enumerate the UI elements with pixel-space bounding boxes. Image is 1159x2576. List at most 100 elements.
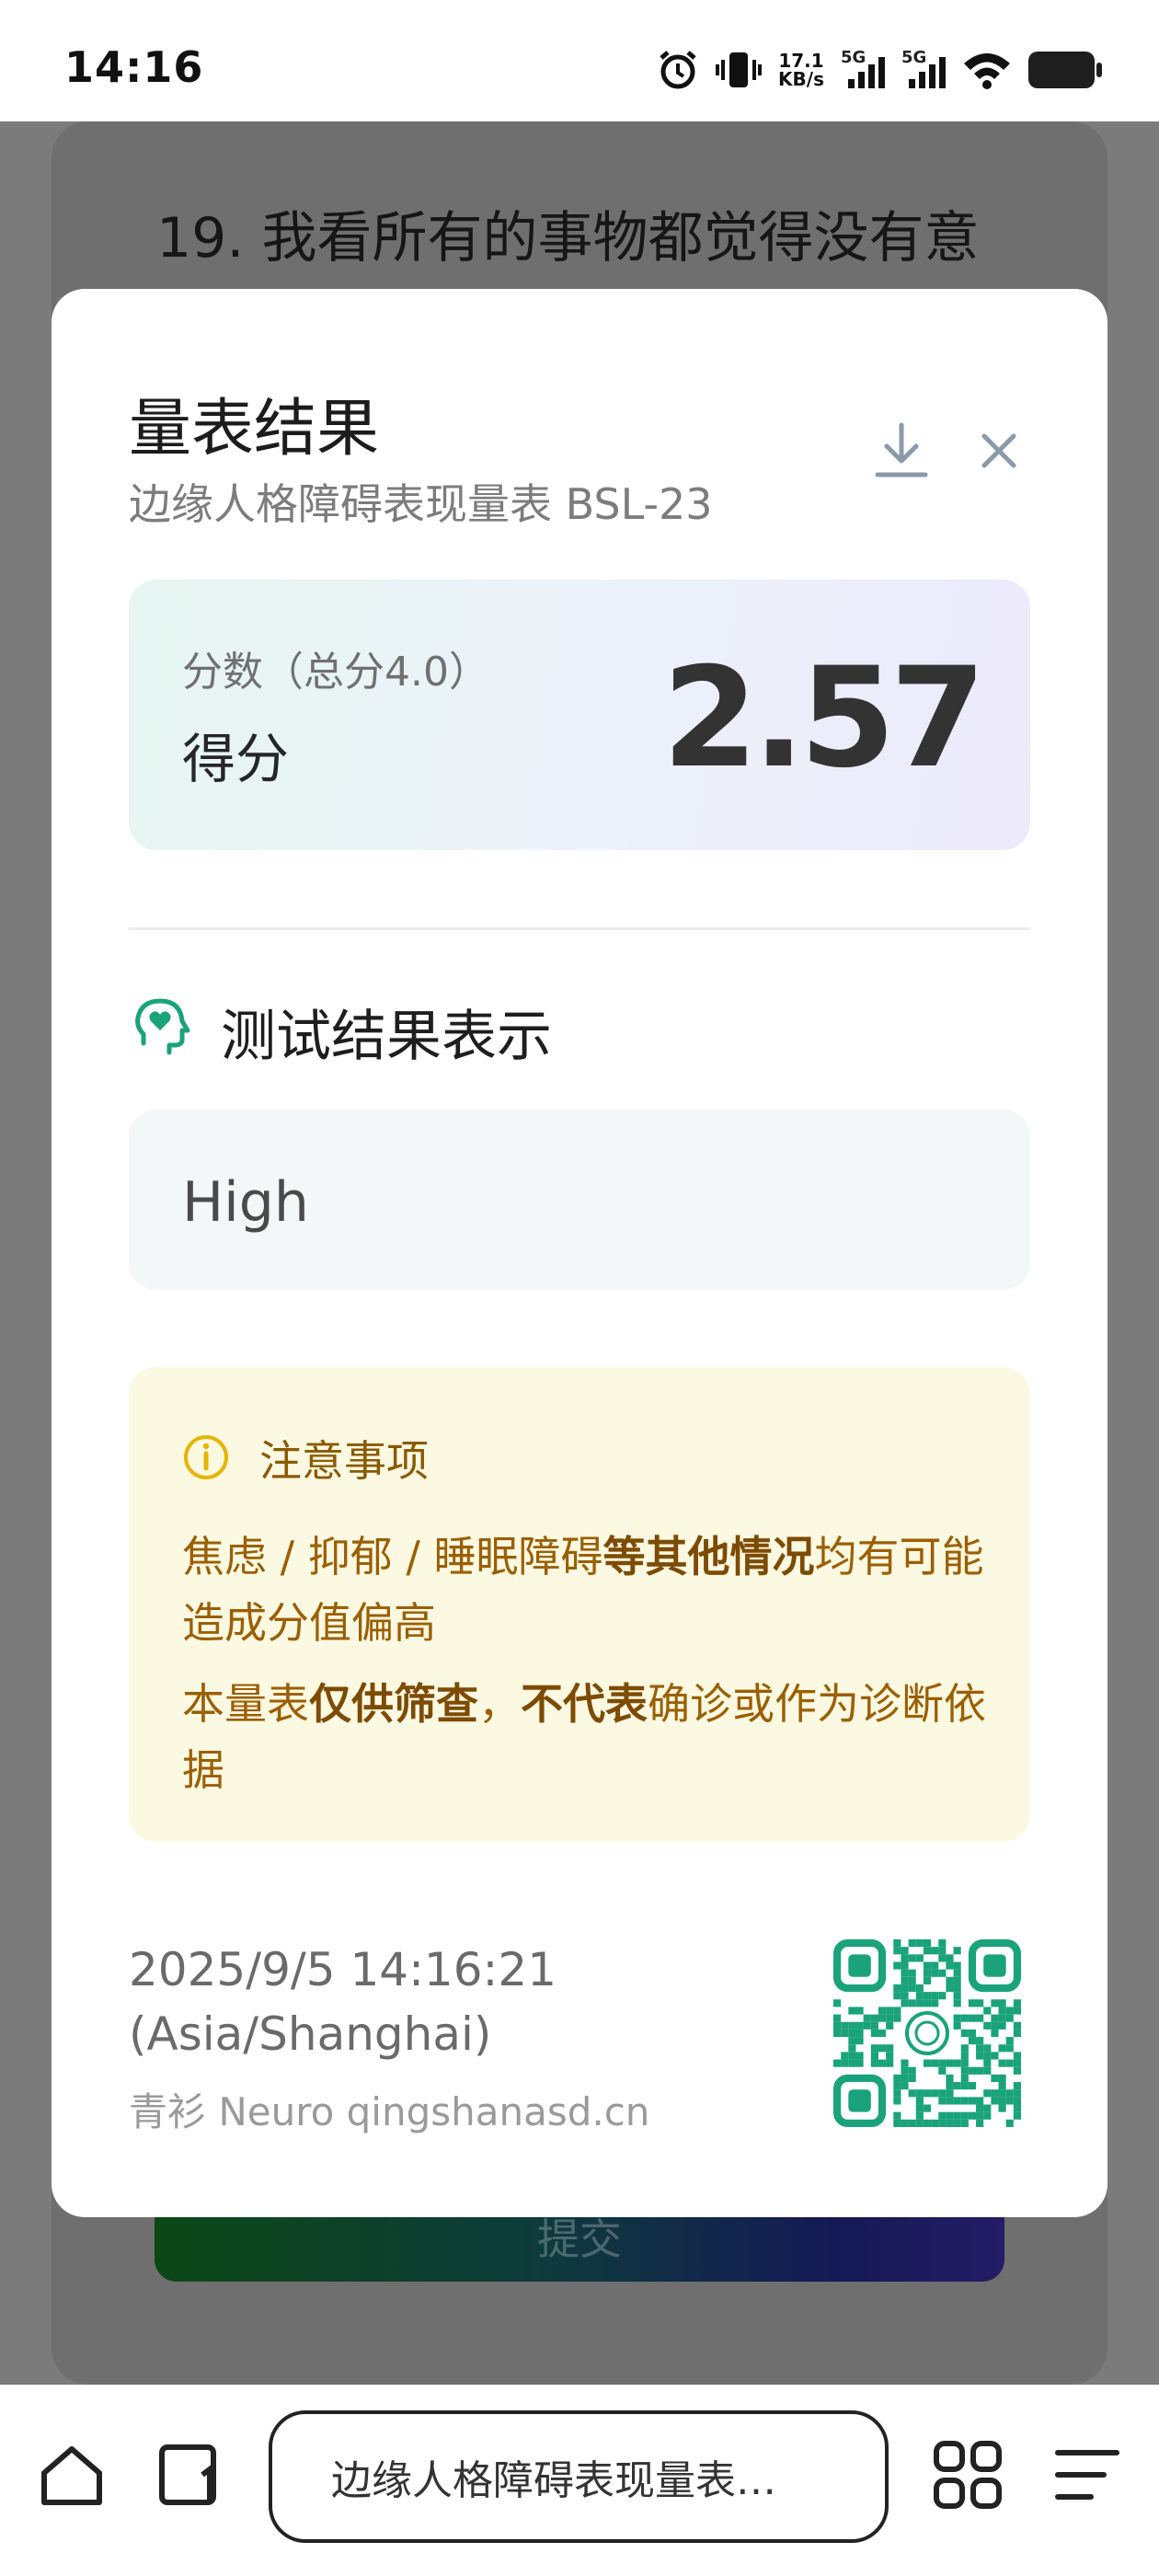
- qr-module: [946, 1961, 954, 1970]
- qr-module: [983, 2052, 992, 2060]
- qr-module: [931, 1969, 939, 1977]
- qr-module: [908, 1969, 916, 1977]
- qr-module: [886, 2021, 894, 2030]
- qr-module: [960, 2074, 969, 2083]
- notice-text: 焦虑 / 抑郁 / 睡眠障碍: [182, 1532, 603, 1581]
- qr-module: [946, 2082, 954, 2090]
- qr-module: [998, 2097, 1006, 2105]
- qr-module: [976, 2044, 984, 2053]
- info-icon: [184, 1435, 228, 1479]
- qr-module: [848, 2007, 856, 2015]
- qr-module: [991, 2014, 999, 2022]
- divider: [129, 927, 1030, 930]
- qr-finder: [968, 1939, 1021, 1993]
- qr-module: [870, 2052, 878, 2060]
- qr-module: [968, 2014, 977, 2022]
- qr-module: [998, 2082, 1006, 2090]
- qr-module: [893, 1961, 901, 1970]
- qr-code: [833, 1939, 1021, 2127]
- qr-module: [893, 1939, 901, 1948]
- qr-module: [983, 2044, 992, 2053]
- qr-module: [976, 2119, 984, 2127]
- qr-module: [893, 2089, 901, 2098]
- qr-module: [991, 2074, 999, 2083]
- home-icon[interactable]: [35, 2438, 109, 2512]
- qr-module: [908, 2074, 916, 2083]
- qr-module: [863, 2014, 871, 2022]
- qr-module: [908, 1999, 916, 2007]
- qr-module: [968, 1999, 977, 2007]
- qr-module: [953, 2059, 961, 2067]
- qr-module: [1013, 2029, 1021, 2038]
- qr-module: [833, 2021, 842, 2030]
- qr-module: [923, 1939, 932, 1948]
- qr-module: [953, 1999, 961, 2007]
- net-speed: 17.1 KB/s: [778, 52, 824, 88]
- qr-module: [931, 2059, 939, 2067]
- qr-module: [833, 1999, 842, 2007]
- qr-module: [960, 2029, 969, 2038]
- close-icon[interactable]: [968, 420, 1030, 482]
- qr-module: [983, 2104, 992, 2112]
- qr-module: [938, 2059, 947, 2067]
- qr-module: [1005, 2007, 1014, 2015]
- download-icon[interactable]: [868, 418, 935, 484]
- qr-module: [870, 2044, 878, 2053]
- address-bar[interactable]: 边缘人格障碍表现量表…: [269, 2410, 889, 2543]
- qr-module: [901, 2059, 909, 2067]
- qr-module: [908, 2066, 916, 2075]
- qr-module: [886, 2059, 894, 2067]
- qr-module: [841, 2029, 849, 2038]
- menu-icon[interactable]: [1050, 2438, 1124, 2512]
- qr-module: [938, 1992, 947, 2000]
- qr-module: [931, 2119, 939, 2127]
- qr-module: [946, 2119, 954, 2127]
- tabs-icon[interactable]: [155, 2438, 228, 2512]
- qr-module: [991, 2097, 999, 2105]
- brand-footer: 青衫 Neuro qingshanasd.cn: [129, 2089, 650, 2134]
- qr-module: [976, 2111, 984, 2120]
- qr-module: [893, 2007, 901, 2015]
- qr-module: [938, 1939, 947, 1948]
- qr-module: [976, 1999, 984, 2007]
- qr-module: [946, 2111, 954, 2120]
- qr-module: [953, 1992, 961, 2000]
- qr-module: [938, 1969, 947, 1977]
- qr-module: [848, 2044, 856, 2053]
- status-bar: 14:16 17.1 KB/s 5G 5G: [0, 0, 1159, 121]
- qr-module: [870, 2014, 878, 2022]
- qr-module: [833, 2059, 842, 2067]
- modal-title: 量表结果: [129, 393, 380, 466]
- qr-module: [998, 2021, 1006, 2030]
- qr-module: [931, 1999, 939, 2007]
- apps-icon[interactable]: [931, 2438, 1004, 2512]
- battery-icon: [1028, 52, 1102, 88]
- qr-module: [848, 2029, 856, 2038]
- qr-module: [848, 2052, 856, 2060]
- qr-module: [893, 2014, 901, 2022]
- net-speed-unit: KB/s: [778, 68, 824, 90]
- qr-module: [870, 2059, 878, 2067]
- qr-module: [901, 1947, 909, 1955]
- net-speed-value: 17.1: [778, 50, 824, 72]
- status-time: 14:16: [64, 42, 204, 92]
- qr-module: [968, 2082, 977, 2090]
- qr-module: [923, 1947, 932, 1955]
- qr-module: [1005, 2044, 1014, 2053]
- qr-module: [983, 2021, 992, 2030]
- qr-module: [991, 2029, 999, 2038]
- qr-module: [915, 2111, 924, 2120]
- qr-module: [960, 2052, 969, 2060]
- qr-module: [953, 1976, 961, 1984]
- qr-module: [1013, 2021, 1021, 2030]
- qr-module: [998, 2074, 1006, 2083]
- qr-module: [976, 2037, 984, 2045]
- score-caption: 分数（总分4.0）: [182, 649, 489, 696]
- qr-module: [1013, 2089, 1021, 2098]
- qr-module: [901, 2082, 909, 2090]
- qr-module: [923, 1976, 932, 1984]
- qr-module: [968, 2097, 977, 2105]
- qr-module: [946, 2059, 954, 2067]
- qr-module: [938, 2111, 947, 2120]
- qr-module: [878, 2044, 887, 2053]
